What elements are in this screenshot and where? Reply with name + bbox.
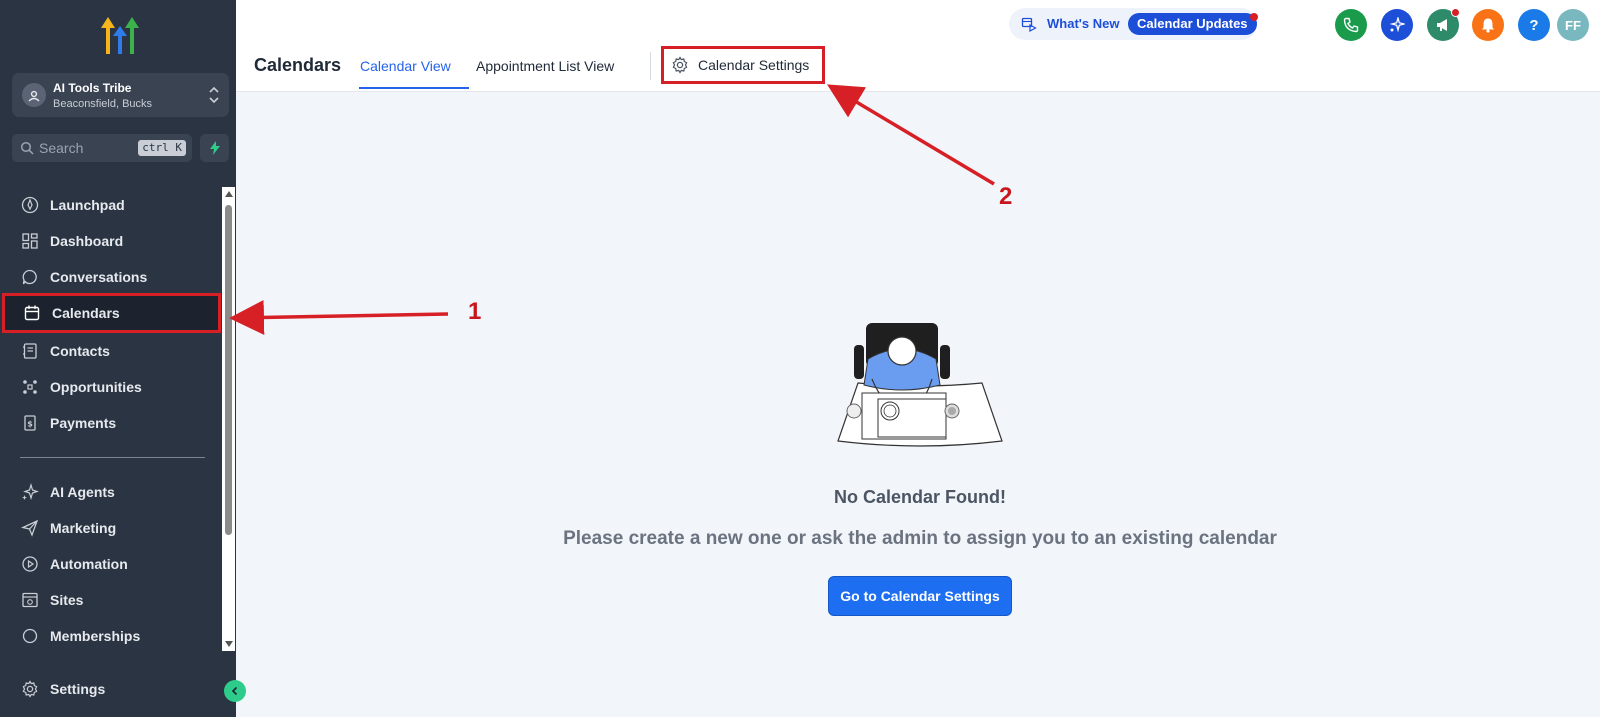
tab-calendar-settings[interactable]: Calendar Settings <box>661 46 825 84</box>
search-placeholder: Search <box>39 140 84 156</box>
sidebar-item-launchpad[interactable]: Launchpad <box>0 187 222 223</box>
sparkle-icon <box>21 483 39 501</box>
tab-label: Calendar Settings <box>698 57 810 73</box>
sidebar-item-label: Launchpad <box>50 197 125 213</box>
empty-state-message: Please create a new one or ask the admin… <box>563 528 1277 549</box>
svg-text:$: $ <box>27 420 33 429</box>
annotation-arrow-2 <box>826 84 995 186</box>
account-avatar <box>22 83 46 107</box>
gear-icon <box>672 56 688 74</box>
automation-icon <box>21 555 39 573</box>
search-shortcut-badge: ctrl K <box>138 140 186 156</box>
sidebar-item-settings[interactable]: Settings <box>0 671 222 707</box>
sites-icon <box>21 591 39 609</box>
sidebar-nav: Launchpad Dashboard Conversations Calend… <box>0 187 222 651</box>
empty-state-illustration <box>837 323 1003 447</box>
sidebar-item-memberships[interactable]: Memberships <box>0 618 222 651</box>
user-initials: FF <box>1565 17 1581 33</box>
sparkle-icon <box>1389 17 1405 33</box>
location-pin-icon <box>28 90 40 102</box>
whats-new-banner[interactable]: What's New Calendar Updates <box>1009 8 1258 40</box>
quick-action-button[interactable] <box>200 134 229 162</box>
ai-assistant-button[interactable] <box>1381 9 1413 41</box>
chat-icon <box>21 268 39 286</box>
help-icon: ? <box>1529 16 1539 34</box>
notification-dot <box>1451 8 1460 17</box>
whats-new-label: What's New <box>1047 16 1120 31</box>
app-logo-icon[interactable] <box>98 14 142 56</box>
sidebar-divider <box>20 457 205 458</box>
lightning-icon <box>209 141 220 155</box>
sidebar-item-sites[interactable]: Sites <box>0 582 222 618</box>
help-button[interactable]: ? <box>1518 9 1550 41</box>
annotation-label-1: 1 <box>468 298 482 325</box>
page-title: Calendars <box>254 55 342 75</box>
contacts-icon <box>21 342 39 360</box>
chevron-updown-icon <box>209 86 219 104</box>
empty-state-title: No Calendar Found! <box>834 487 1006 507</box>
sidebar-scrollbar[interactable] <box>222 187 235 651</box>
sidebar-item-dashboard[interactable]: Dashboard <box>0 223 222 259</box>
sidebar-item-label: Conversations <box>50 269 148 285</box>
active-tab-indicator <box>359 87 469 89</box>
sidebar-item-label: Contacts <box>50 343 110 359</box>
sidebar-item-label: Opportunities <box>50 379 142 395</box>
payments-icon: $ <box>21 414 39 432</box>
megaphone-icon <box>1437 19 1447 31</box>
account-location: Beaconsfield, Bucks <box>53 98 153 110</box>
annotation-label-2: 2 <box>999 183 1013 210</box>
calendar-updates-pill[interactable]: Calendar Updates <box>1128 13 1257 35</box>
rocket-icon <box>21 196 39 214</box>
bell-icon <box>1482 18 1494 33</box>
sidebar-item-label: Dashboard <box>50 233 124 249</box>
search-icon <box>20 141 34 155</box>
sidebar-item-contacts[interactable]: Contacts <box>0 333 222 369</box>
memberships-icon <box>21 627 39 645</box>
sidebar-item-marketing[interactable]: Marketing <box>0 510 222 546</box>
sidebar-item-label: Marketing <box>50 520 117 536</box>
phone-icon <box>1343 17 1359 33</box>
gear-icon <box>22 680 38 698</box>
sidebar-item-payments[interactable]: $ Payments <box>0 405 222 441</box>
search-input[interactable]: Search ctrl K <box>12 134 192 162</box>
sidebar-item-label: Settings <box>50 681 106 697</box>
tab-appointment-list-view[interactable]: Appointment List View <box>476 58 614 74</box>
grid-icon <box>21 232 39 250</box>
notification-dot <box>1250 13 1258 21</box>
chevron-left-icon <box>231 686 238 696</box>
scroll-up-icon[interactable] <box>225 191 233 197</box>
user-avatar[interactable]: FF <box>1557 9 1589 41</box>
sidebar-item-label: Payments <box>50 415 117 431</box>
sidebar-item-ai-agents[interactable]: AI Agents <box>0 474 222 510</box>
sidebar-item-label: Sites <box>50 592 84 608</box>
updates-icon <box>1021 17 1037 32</box>
tab-separator <box>650 52 651 80</box>
send-icon <box>21 519 39 537</box>
scrollbar-thumb[interactable] <box>225 205 232 535</box>
opportunities-icon <box>21 378 39 396</box>
sidebar-item-label: Automation <box>50 556 128 572</box>
sidebar-item-conversations[interactable]: Conversations <box>0 259 222 295</box>
sidebar-item-label: Memberships <box>50 628 141 644</box>
calendar-icon <box>23 304 41 322</box>
scroll-down-icon[interactable] <box>225 641 233 647</box>
sidebar-item-label: AI Agents <box>50 484 115 500</box>
collapse-sidebar-button[interactable] <box>224 680 246 702</box>
sidebar-item-opportunities[interactable]: Opportunities <box>0 369 222 405</box>
phone-button[interactable] <box>1335 9 1367 41</box>
go-to-calendar-settings-button[interactable]: Go to Calendar Settings <box>828 576 1012 616</box>
annotation-overlay <box>229 84 995 335</box>
sidebar-item-label: Calendars <box>52 305 120 321</box>
sidebar-item-automation[interactable]: Automation <box>0 546 222 582</box>
account-name: AI Tools Tribe <box>53 81 132 95</box>
sidebar: AI Tools Tribe Beaconsfield, Bucks Searc… <box>0 0 246 717</box>
annotation-arrow-1 <box>229 299 449 335</box>
account-switcher[interactable]: AI Tools Tribe Beaconsfield, Bucks <box>12 73 229 117</box>
tab-calendar-view[interactable]: Calendar View <box>360 58 451 74</box>
announcements-button[interactable] <box>1427 8 1460 41</box>
sidebar-item-calendars[interactable]: Calendars <box>2 293 221 333</box>
notifications-button[interactable] <box>1472 9 1504 41</box>
